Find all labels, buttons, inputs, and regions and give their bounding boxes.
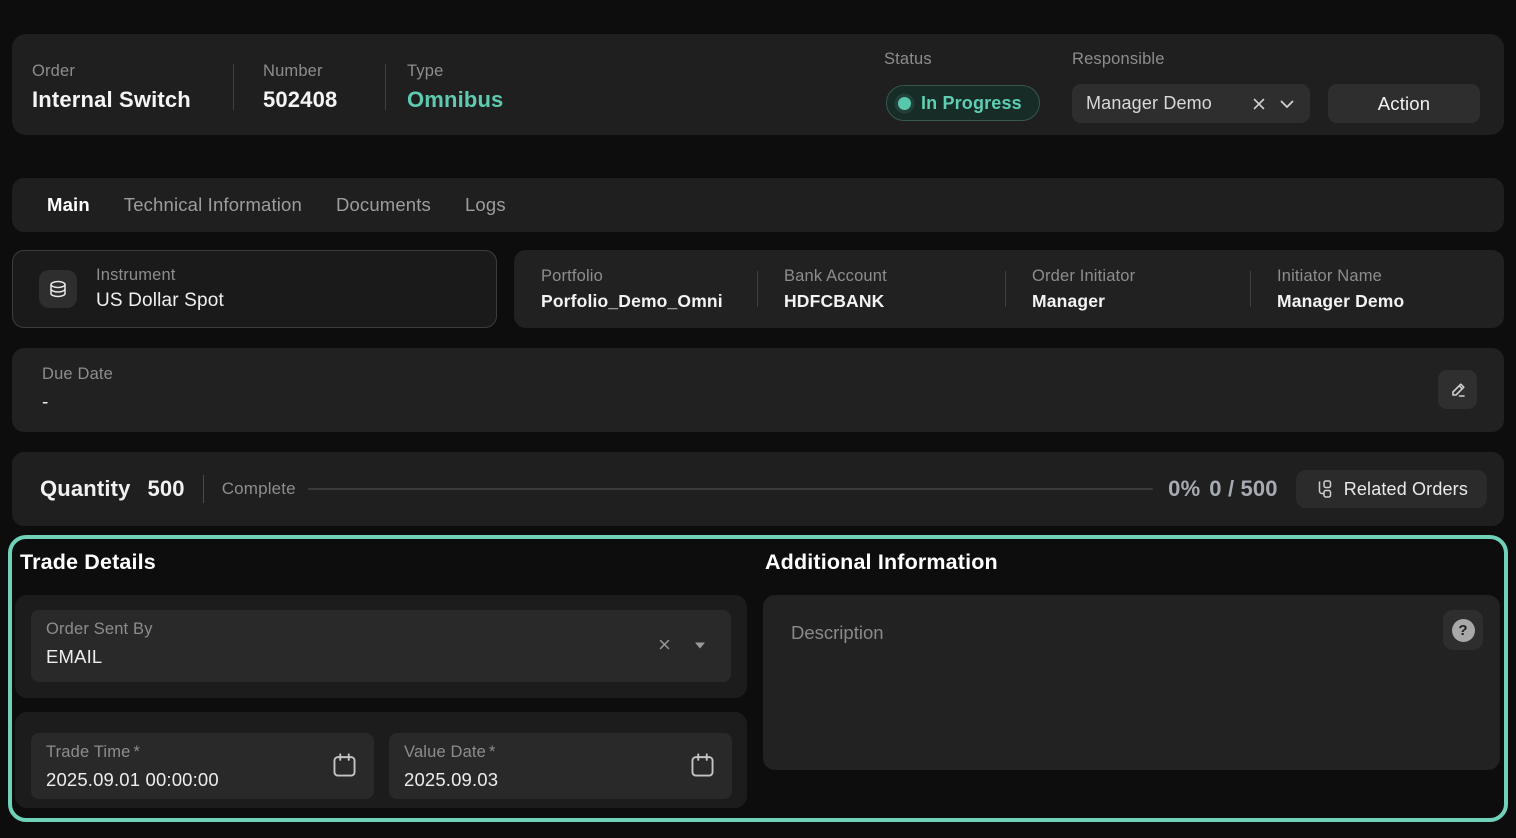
progress-fraction: 0 / 500 (1209, 476, 1277, 501)
due-date-card: Due Date - (12, 348, 1504, 432)
trade-time-field[interactable]: Trade Time* 2025.09.01 00:00:00 (31, 733, 374, 799)
number-label: Number (263, 62, 337, 81)
number-value: 502408 (263, 87, 337, 113)
order-sent-by-panel: Order Sent By EMAIL (15, 595, 747, 698)
instrument-label: Instrument (96, 266, 224, 285)
type-label: Type (407, 62, 503, 81)
description-panel: ? (763, 595, 1500, 770)
portfolio-value: Porfolio_Demo_Omni (541, 291, 757, 312)
related-orders-icon (1315, 480, 1333, 498)
pencil-icon (1448, 380, 1468, 400)
value-date-value: 2025.09.03 (404, 769, 498, 791)
order-sent-by-label: Order Sent By (46, 620, 153, 639)
progress-percent: 0% (1168, 476, 1200, 501)
description-input[interactable] (763, 595, 1500, 770)
quantity-divider (203, 475, 204, 503)
action-button[interactable]: Action (1328, 84, 1480, 123)
responsible-value: Manager Demo (1086, 93, 1240, 114)
order-sent-by-value: EMAIL (46, 646, 102, 668)
edit-due-date-button[interactable] (1438, 370, 1477, 409)
related-orders-button[interactable]: Related Orders (1296, 470, 1487, 508)
question-icon: ? (1452, 619, 1475, 642)
due-date-label: Due Date (42, 365, 113, 384)
instrument-value: US Dollar Spot (96, 290, 224, 312)
status-label: Status (884, 50, 932, 69)
action-button-label: Action (1378, 93, 1430, 115)
calendar-icon[interactable] (689, 751, 716, 780)
tab-logs[interactable]: Logs (465, 194, 506, 216)
tab-technical-information[interactable]: Technical Information (124, 194, 302, 216)
column-divider (757, 271, 758, 307)
responsible-select[interactable]: Manager Demo (1072, 84, 1310, 123)
header-divider (385, 64, 386, 110)
responsible-label: Responsible (1072, 50, 1165, 69)
order-info-card: Portfolio Porfolio_Demo_Omni Bank Accoun… (514, 250, 1504, 328)
chevron-down-icon[interactable] (1278, 95, 1296, 113)
instrument-field: Instrument US Dollar Spot (96, 266, 224, 312)
order-initiator-value: Manager (1032, 291, 1250, 312)
instrument-card[interactable]: Instrument US Dollar Spot (12, 250, 497, 328)
clear-icon[interactable] (1251, 96, 1267, 112)
initiator-name-label: Initiator Name (1277, 267, 1504, 286)
quantity-label: Quantity (40, 476, 131, 502)
trade-details-title: Trade Details (20, 550, 156, 575)
portfolio-label: Portfolio (541, 267, 757, 286)
header-divider (233, 64, 234, 110)
value-date-field[interactable]: Value Date* 2025.09.03 (389, 733, 732, 799)
column-divider (1250, 271, 1251, 307)
bank-account-value: HDFCBANK (784, 291, 1005, 312)
status-badge: In Progress (886, 85, 1040, 121)
tab-main[interactable]: Main (47, 194, 90, 216)
tab-bar: Main Technical Information Documents Log… (12, 178, 1504, 232)
initiator-name-field: Initiator Name Manager Demo (1250, 250, 1504, 328)
coins-icon (39, 270, 77, 308)
help-button[interactable]: ? (1443, 610, 1483, 650)
portfolio-field: Portfolio Porfolio_Demo_Omni (514, 250, 757, 328)
related-orders-label: Related Orders (1344, 479, 1468, 500)
status-dot-icon (898, 97, 911, 110)
type-value: Omnibus (407, 87, 503, 113)
calendar-icon[interactable] (331, 751, 358, 780)
additional-information-title: Additional Information (765, 550, 998, 575)
value-date-label: Value Date* (404, 743, 496, 762)
order-field: Order Internal Switch (32, 62, 191, 113)
bank-account-field: Bank Account HDFCBANK (757, 250, 1005, 328)
trade-details-highlight-section: Trade Details Additional Information Ord… (8, 535, 1508, 822)
progress-line (308, 488, 1153, 490)
quantity-value: 500 (148, 476, 185, 502)
clear-icon[interactable] (658, 638, 671, 651)
order-value: Internal Switch (32, 87, 191, 113)
progress-value: 0% 0 / 500 (1168, 476, 1278, 502)
order-initiator-label: Order Initiator (1032, 267, 1250, 286)
bank-account-label: Bank Account (784, 267, 1005, 286)
order-header-card: Order Internal Switch Number 502408 Type… (12, 34, 1504, 135)
required-mark: * (133, 743, 140, 761)
status-value: In Progress (921, 93, 1022, 114)
quantity-bar: Quantity 500 Complete 0% 0 / 500 Related … (12, 452, 1504, 526)
order-sent-by-select[interactable]: Order Sent By EMAIL (31, 610, 731, 682)
trade-dates-panel: Trade Time* 2025.09.01 00:00:00 Value Da… (15, 712, 747, 808)
trade-time-value: 2025.09.01 00:00:00 (46, 769, 219, 791)
type-field: Type Omnibus (407, 62, 503, 113)
column-divider (1005, 271, 1006, 307)
due-date-value: - (42, 392, 49, 414)
caret-down-icon[interactable] (694, 641, 706, 650)
complete-label: Complete (222, 479, 296, 499)
required-mark: * (489, 743, 496, 761)
order-label: Order (32, 62, 191, 81)
tab-documents[interactable]: Documents (336, 194, 431, 216)
number-field: Number 502408 (263, 62, 337, 113)
trade-time-label: Trade Time* (46, 743, 140, 762)
initiator-name-value: Manager Demo (1277, 291, 1504, 312)
order-initiator-field: Order Initiator Manager (1005, 250, 1250, 328)
